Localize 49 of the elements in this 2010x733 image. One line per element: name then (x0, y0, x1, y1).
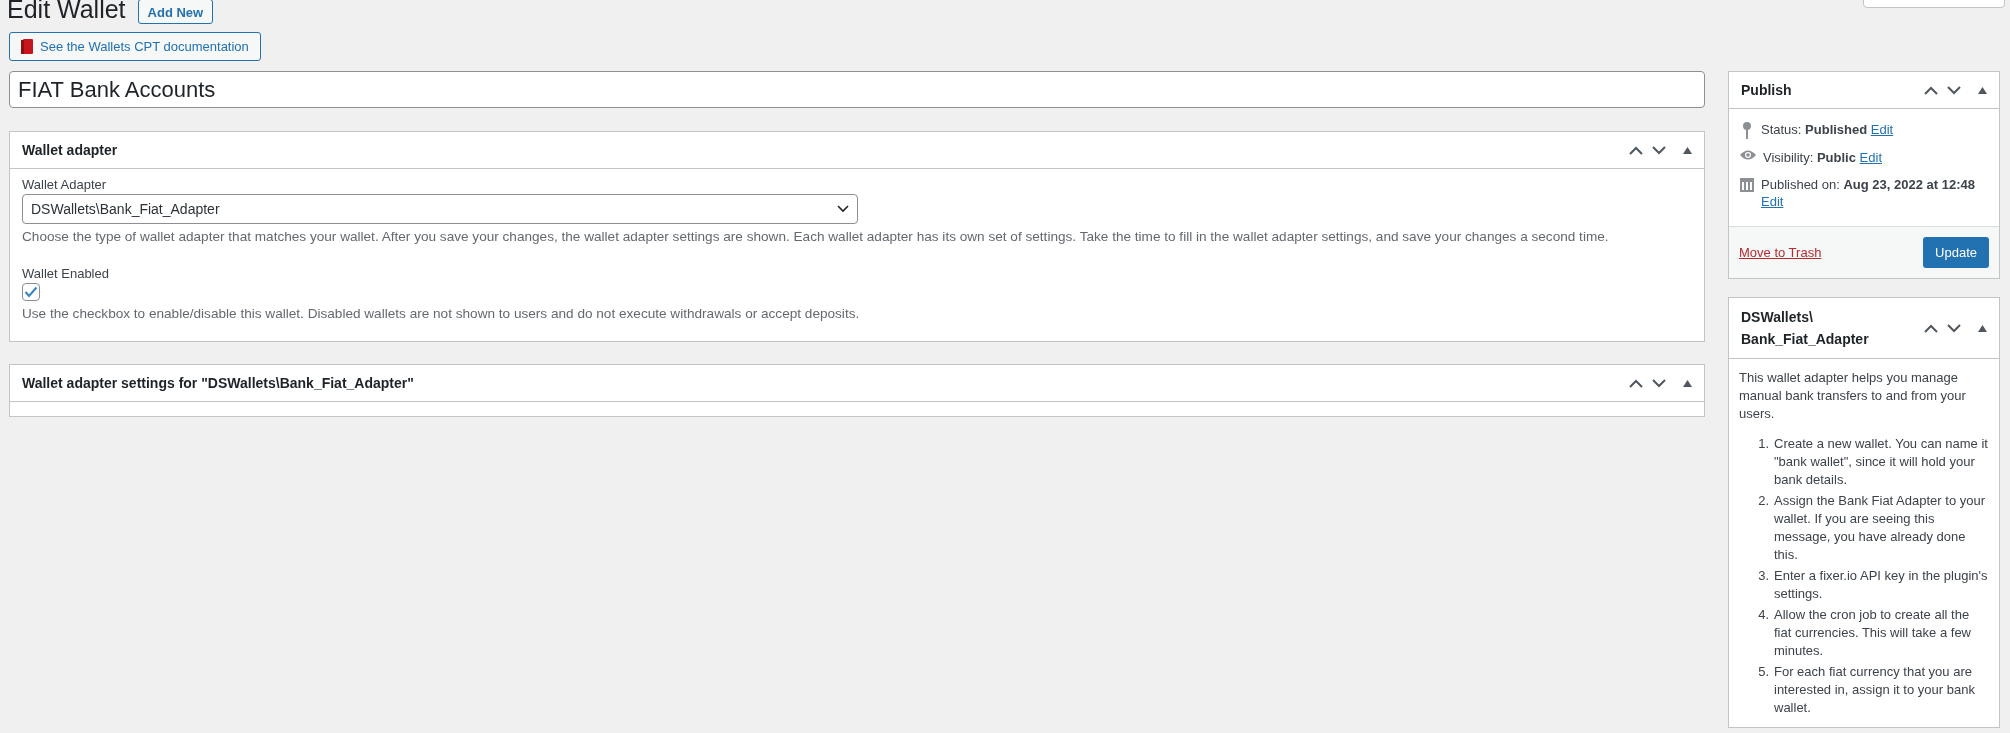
step-text: For each fiat currency that you are interested in, assign it to your bank wallet. (1774, 663, 1976, 717)
step-number: 4. (1757, 606, 1769, 624)
publish-info: Visibility: Public Edit (1763, 149, 1882, 166)
move-down-icon[interactable] (1947, 85, 1961, 95)
step-text: Enter a fixer.io API key in the plugin's settings. (1774, 567, 1989, 603)
collapse-icon[interactable] (1978, 324, 1987, 332)
collapse-icon[interactable] (1978, 86, 1987, 94)
eye-icon (1739, 149, 1757, 161)
move-up-icon[interactable] (1629, 378, 1643, 388)
move-up-icon[interactable] (1924, 85, 1938, 95)
edit-link[interactable]: Edit (1859, 150, 1882, 165)
edit-link[interactable]: Edit (1870, 122, 1894, 137)
calendar-icon (1739, 176, 1755, 192)
documentation-button[interactable]: See the Wallets CPT documentation (9, 32, 261, 61)
field-label: Wallet Enabled (22, 266, 110, 281)
panel-title: Wallet adapter settings for "DSWallets\Bank_Fiat_Adapter" (22, 374, 414, 393)
panel-title: Publish (1741, 81, 1792, 100)
edit-link[interactable]: Edit (1761, 194, 1784, 209)
move-up-icon[interactable] (1924, 323, 1938, 333)
move-down-icon[interactable] (1652, 378, 1666, 388)
update-button[interactable]: Update (1923, 237, 1989, 268)
title-field[interactable]: FIAT Bank Accounts (9, 71, 1705, 108)
move-down-icon[interactable] (1652, 145, 1666, 155)
move-to-trash-link[interactable]: Move to Trash (1739, 245, 1822, 260)
step-number: 3. (1757, 567, 1769, 585)
publish-info: Published on: Aug 23, 2022 at 12:48 Edit (1761, 176, 1976, 210)
field-label: Wallet Adapter (22, 177, 108, 192)
help-text: Choose the type of wallet adapter that matches your wallet. After you save your changes, the wallet adapter settings are shown. Each wallet adapter has its own set of settings. Take the time to fill in the wallet adapter settings, and save your changes a second time. (22, 229, 1610, 244)
chevron-down-icon (837, 205, 849, 213)
step-text: Create a new wallet. You can name it "bank wallet", since it will hold your bank details. (1774, 435, 1989, 489)
step-number: 1. (1757, 435, 1769, 453)
step-text: Assign the Bank Fiat Adapter to your wallet. If you are seeing this message, you have already done this. (1774, 492, 1986, 564)
step-number: 5. (1757, 663, 1769, 681)
collapse-icon[interactable] (1683, 146, 1692, 154)
move-down-icon[interactable] (1947, 323, 1961, 333)
panel-title: Wallet adapter (22, 141, 118, 160)
step-number: 2. (1757, 492, 1769, 510)
step-text: Allow the cron job to create all the fiat currencies. This will take a few minutes. (1774, 606, 1972, 660)
enabled-checkbox[interactable] (22, 283, 40, 301)
adapter-select[interactable]: DSWallets\Bank_Fiat_Adapter (22, 194, 858, 224)
help-text: Use the checkbox to enable/disable this wallet. Disabled wallets are not shown to users and do not execute withdrawals or accept deposits. (22, 306, 861, 321)
page-title: Edit Wallet (7, 0, 126, 24)
add-new-button[interactable]: Add New (137, 0, 214, 24)
book-icon (21, 39, 33, 54)
move-up-icon[interactable] (1629, 145, 1643, 155)
collapse-icon[interactable] (1683, 379, 1692, 387)
panel-title: DSWallets\ Bank_Fiat_Adapter (1741, 308, 1869, 349)
publish-info: Status: Published Edit (1761, 121, 1894, 138)
description-text: This wallet adapter helps you manage manual bank transfers to and from your users. (1739, 369, 1967, 423)
